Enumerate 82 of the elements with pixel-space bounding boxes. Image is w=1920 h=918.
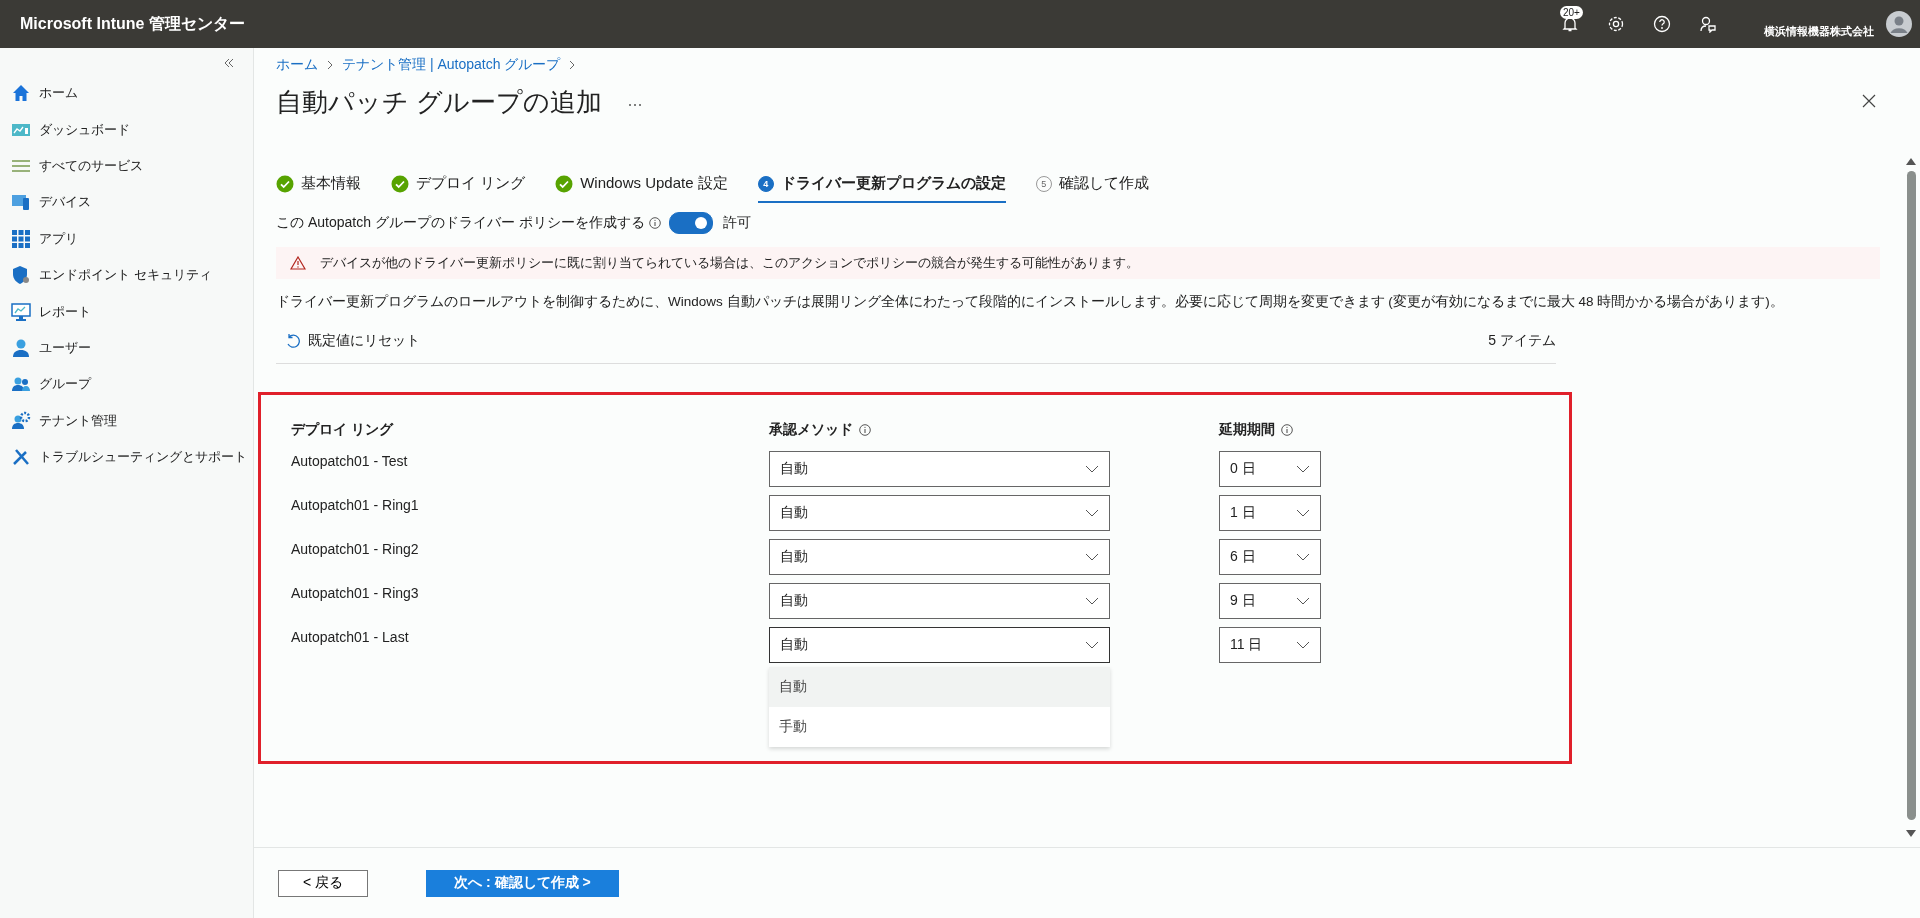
next-button[interactable]: 次へ : 確認して作成 > <box>426 869 619 897</box>
app-title: Microsoft Intune 管理センター <box>20 13 245 34</box>
toggle-label: この Autopatch グループのドライバー ポリシーを作成する <box>276 214 645 232</box>
deferral-dropdown[interactable]: 0 日 <box>1219 451 1321 487</box>
check-circle-icon <box>555 174 574 193</box>
page-title: 自動パッチ グループの追加 <box>276 85 603 119</box>
deferral-dropdown[interactable]: 6 日 <box>1219 539 1321 575</box>
chevron-down-icon <box>1085 641 1099 649</box>
warning-text: デバイスが他のドライバー更新ポリシーに既に割り当てられている場合は、このアクションでポリシーの競合が発生する可能性があります。 <box>320 254 1139 272</box>
info-icon <box>859 424 871 436</box>
toggle-state-text: 許可 <box>722 214 751 232</box>
approval-method-dropdown[interactable]: 自動 <box>769 583 1110 619</box>
info-icon <box>648 217 661 229</box>
column-header: 延期期間 <box>1219 421 1275 439</box>
reports-icon <box>11 301 31 322</box>
wizard-step-tab[interactable]: 5 確認して作成 <box>1035 174 1149 203</box>
deferral-dropdown[interactable]: 11 日 <box>1219 627 1321 663</box>
approval-method-dropdown[interactable]: 自動 <box>769 539 1110 575</box>
chevron-down-icon <box>1085 553 1099 561</box>
ring-name: Autopatch01 - Ring3 <box>291 584 420 601</box>
ring-name: Autopatch01 - Test <box>291 452 409 469</box>
notification-badge: 20+ <box>1560 6 1583 19</box>
sidebar-item[interactable]: デバイス <box>0 184 253 221</box>
check-circle-icon <box>276 174 294 193</box>
apps-icon <box>11 228 31 249</box>
chevron-down-icon <box>1296 509 1310 517</box>
column-header: デプロイ リング <box>291 421 393 439</box>
scroll-down-icon[interactable] <box>1906 830 1916 837</box>
chevron-down-icon <box>1085 509 1099 517</box>
column-header: 承認メソッド <box>769 421 853 439</box>
user-icon <box>11 337 31 358</box>
deferral-dropdown[interactable]: 1 日 <box>1219 495 1321 531</box>
sidebar-item[interactable]: エンドポイント セキュリティ <box>0 256 253 294</box>
wizard-step-tab[interactable]: 基本情報 <box>276 174 361 203</box>
chevron-down-icon <box>1296 553 1310 561</box>
tenant-icon <box>11 410 31 431</box>
sidebar-item[interactable]: レポート <box>0 293 253 330</box>
chevron-right-icon <box>326 60 334 70</box>
breadcrumb-link[interactable]: ホーム <box>276 56 318 74</box>
toggle-switch[interactable] <box>668 212 713 234</box>
chevron-down-icon <box>1085 597 1099 605</box>
approval-method-dropdown[interactable]: 自動 <box>769 627 1110 663</box>
sidebar-item[interactable]: トラブルシューティングとサポート <box>0 438 253 476</box>
warning-icon <box>290 256 306 270</box>
sidebar-item[interactable]: アプリ <box>0 220 253 257</box>
approval-method-dropdown[interactable]: 自動 <box>769 495 1110 531</box>
reset-button[interactable]: 既定値にリセット <box>276 332 430 350</box>
sidebar-item[interactable]: ユーザー <box>0 329 253 367</box>
deferral-dropdown[interactable]: 9 日 <box>1219 583 1321 619</box>
dropdown-option[interactable]: 手動 <box>769 707 1110 747</box>
breadcrumb-link[interactable]: テナント管理 | Autopatch グループ <box>342 56 561 74</box>
security-icon <box>11 265 31 286</box>
sidebar-item[interactable]: グループ <box>0 366 253 403</box>
ring-name: Autopatch01 - Last <box>291 628 410 645</box>
home-icon <box>11 83 31 104</box>
sidebar-item[interactable]: ダッシュボード <box>0 111 253 148</box>
info-icon <box>1281 424 1293 436</box>
sidebar-item[interactable]: ホーム <box>0 75 253 112</box>
check-circle-icon <box>391 174 409 193</box>
wizard-step-tab[interactable]: デプロイ リング <box>391 174 526 203</box>
wizard-step-tab[interactable]: Windows Update 設定 <box>555 174 728 203</box>
chevron-down-icon <box>1296 597 1310 605</box>
ring-name: Autopatch01 - Ring2 <box>291 540 420 557</box>
sidebar-item[interactable]: テナント管理 <box>0 402 253 439</box>
back-button[interactable]: < 戻る <box>278 869 368 897</box>
undo-icon <box>286 333 300 349</box>
chevron-down-icon <box>1296 465 1310 473</box>
chevron-down-icon <box>1296 641 1310 649</box>
approval-method-dropdown[interactable]: 自動 <box>769 451 1110 487</box>
notifications-button[interactable]: 20+ <box>1550 4 1590 44</box>
scroll-up-icon[interactable] <box>1906 158 1916 165</box>
sidebar-item[interactable]: すべてのサービス <box>0 147 253 185</box>
devices-icon <box>11 192 31 213</box>
organization-name: 横浜情報機器株式会社 <box>1764 23 1874 39</box>
item-count: 5 アイテム <box>1488 332 1556 350</box>
description-text: ドライバー更新プログラムのロールアウトを制御するために、Windows 自動パッチは展開リング全体にわたって段階的にインストールします。必要に応じて周期を変更できます (変更が有効になるまでに最大 48 時間かかる場合があります)。 <box>276 293 1785 311</box>
dropdown-option[interactable]: 自動 <box>769 667 1110 707</box>
chevron-right-icon <box>568 60 577 70</box>
chevron-down-icon <box>1085 465 1099 473</box>
wizard-step-tab[interactable]: 4 ドライバー更新プログラムの設定 <box>757 174 1006 203</box>
ring-name: Autopatch01 - Ring1 <box>291 496 420 513</box>
avatar-icon[interactable] <box>1886 11 1912 37</box>
